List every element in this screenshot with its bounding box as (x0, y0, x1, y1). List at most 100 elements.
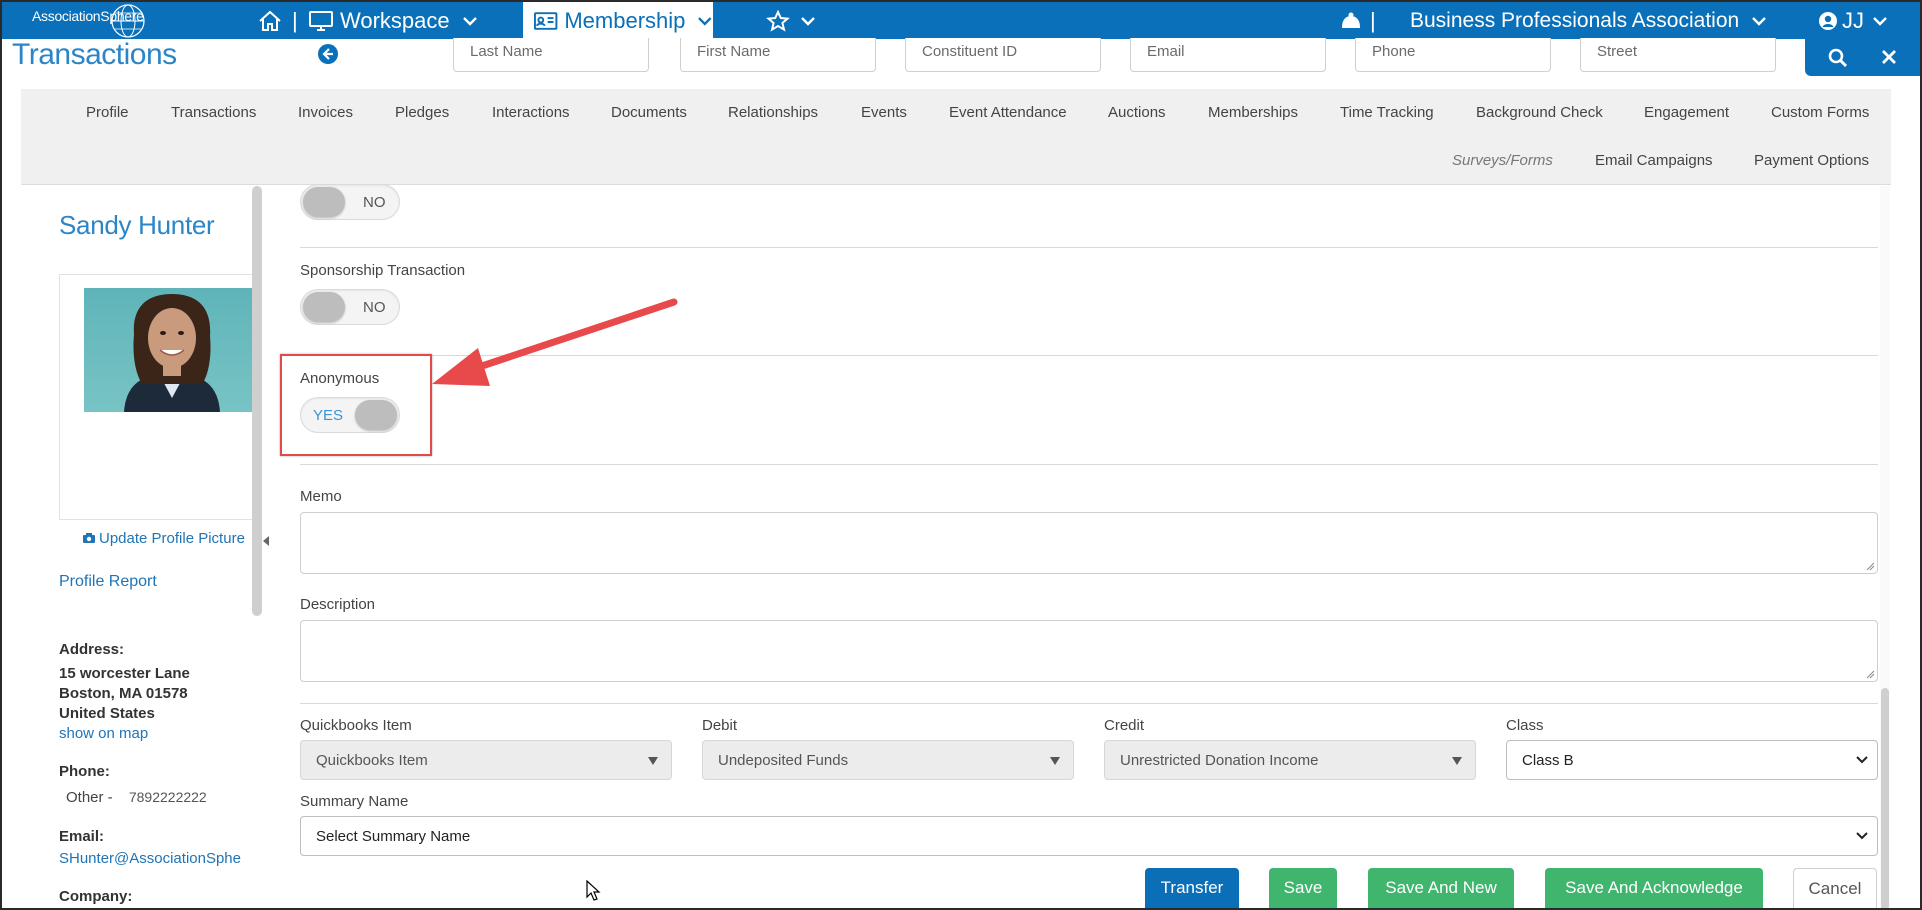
phone-type: Other - (66, 789, 113, 806)
address-line-3: United States (59, 705, 155, 722)
tab-relationships[interactable]: Relationships (728, 104, 818, 121)
divider (300, 703, 1878, 704)
address-label: Address: (59, 641, 125, 658)
constituent-name: Sandy Hunter (59, 210, 215, 240)
close-icon[interactable] (1879, 47, 1899, 67)
class-value: Class B (1522, 752, 1574, 769)
tab-background-check[interactable]: Background Check (1476, 104, 1603, 121)
tab-interactions[interactable]: Interactions (492, 104, 570, 121)
arrow-left-icon (322, 48, 333, 60)
quickbooks-item-label: Quickbooks Item (300, 717, 412, 734)
user-initials: JJ (1842, 7, 1864, 33)
transfer-button[interactable]: Transfer (1145, 868, 1239, 910)
credit-label: Credit (1104, 717, 1145, 734)
tab-profile[interactable]: Profile (86, 104, 129, 121)
credit-value: Unrestricted Donation Income (1120, 752, 1319, 769)
workspace-label: Workspace (340, 7, 450, 33)
monitor-icon (309, 10, 333, 31)
constituent-id-search-input[interactable]: Constituent ID (905, 38, 1101, 72)
main-scrollbar[interactable] (1881, 688, 1889, 910)
back-button[interactable] (318, 44, 338, 64)
sponsorship-transaction-toggle[interactable]: NO (300, 289, 400, 325)
tab-engagement[interactable]: Engagement (1644, 104, 1729, 121)
debit-value: Undeposited Funds (718, 752, 849, 769)
address-line-1: 15 worcester Lane (59, 665, 190, 682)
debit-label: Debit (702, 717, 738, 734)
membership-menu[interactable]: Membership (523, 2, 713, 39)
address-line-2: Boston, MA 01578 (59, 685, 188, 702)
home-button[interactable] (258, 2, 282, 39)
portrait-image (124, 294, 220, 412)
tab-surveys-forms[interactable]: Surveys/Forms (1452, 152, 1553, 169)
email-link[interactable]: SHunter@AssociationSphe (59, 850, 273, 867)
update-profile-picture-label: Update Profile Picture (99, 530, 245, 547)
organization-menu[interactable]: Business Professionals Association (1410, 2, 1767, 39)
credit-select[interactable]: Unrestricted Donation Income (1104, 740, 1476, 780)
email-search-input[interactable]: Email (1130, 38, 1326, 72)
tab-auctions[interactable]: Auctions (1108, 104, 1166, 121)
tab-email-campaigns[interactable]: Email Campaigns (1595, 152, 1713, 169)
phone-row: Other - 7892222222 (66, 789, 207, 806)
class-select[interactable]: Class B (1506, 740, 1878, 780)
chevron-down-icon (1856, 756, 1868, 764)
sidebar-scrollbar[interactable] (252, 186, 262, 616)
tab-pledges[interactable]: Pledges (395, 104, 449, 121)
tab-custom-forms[interactable]: Custom Forms (1771, 104, 1869, 121)
resize-grip-icon (1866, 562, 1875, 571)
globe-icon (111, 4, 145, 38)
summary-name-label: Summary Name (300, 793, 409, 810)
sponsorship-transaction-label: Sponsorship Transaction (300, 262, 466, 279)
tab-time-tracking[interactable]: Time Tracking (1340, 104, 1434, 121)
tab-invoices[interactable]: Invoices (298, 104, 353, 121)
profile-report-link[interactable]: Profile Report (59, 573, 157, 591)
tab-events[interactable]: Events (861, 104, 907, 121)
show-on-map-link[interactable]: show on map (59, 725, 148, 742)
profile-tabs: Profile Transactions Invoices Pledges In… (21, 89, 1891, 185)
app-logo[interactable]: AssociationSphere (32, 4, 145, 38)
divider (300, 464, 1878, 465)
workspace-menu[interactable]: Workspace (308, 2, 478, 39)
tab-payment-options[interactable]: Payment Options (1754, 152, 1869, 169)
save-and-new-button[interactable]: Save And New (1368, 868, 1514, 910)
user-menu[interactable]: JJ (1818, 2, 1888, 39)
chevron-down-icon (698, 16, 712, 26)
save-and-acknowledge-button[interactable]: Save And Acknowledge (1545, 868, 1763, 910)
toggle-state: NO (363, 194, 386, 211)
nav-separator: | (292, 8, 298, 33)
tab-memberships[interactable]: Memberships (1208, 104, 1298, 121)
update-profile-picture-link[interactable]: Update Profile Picture (82, 530, 245, 547)
street-search-input[interactable]: Street (1580, 38, 1776, 72)
search-icon[interactable] (1827, 47, 1849, 69)
favorites-menu[interactable] (766, 2, 816, 39)
first-name-search-input[interactable]: First Name (680, 38, 876, 72)
collapse-sidebar-icon[interactable] (263, 536, 269, 546)
camera-icon (83, 533, 95, 543)
chevron-down-icon (462, 16, 477, 26)
cancel-button[interactable]: Cancel (1793, 868, 1877, 910)
notifications-button[interactable] (1340, 2, 1362, 39)
org-name: Business Professionals Association (1410, 8, 1740, 32)
home-icon (259, 10, 281, 31)
profile-sidebar: Sandy Hunter Update Profile Picture Prof… (21, 186, 260, 910)
annotation-arrow-icon (432, 298, 678, 386)
tab-transactions[interactable]: Transactions (171, 104, 256, 121)
star-icon (766, 9, 790, 32)
tab-event-attendance[interactable]: Event Attendance (949, 104, 1067, 121)
quickbooks-item-select[interactable]: Quickbooks Item (300, 740, 672, 780)
memo-textarea[interactable] (300, 512, 1878, 574)
search-actions (1805, 38, 1922, 76)
chevron-down-icon (1873, 16, 1887, 26)
bell-icon (1341, 12, 1361, 28)
save-button[interactable]: Save (1269, 868, 1337, 910)
toggle-knob (303, 292, 345, 322)
tab-documents[interactable]: Documents (611, 104, 687, 121)
profile-photo (84, 288, 260, 412)
summary-name-select[interactable]: Select Summary Name (300, 816, 1878, 856)
description-textarea[interactable] (300, 620, 1878, 682)
debit-select[interactable]: Undeposited Funds (702, 740, 1074, 780)
phone-search-input[interactable]: Phone (1355, 38, 1551, 72)
toggle-switch[interactable]: NO (300, 184, 400, 220)
memo-label: Memo (300, 488, 342, 505)
phone-number: 7892222222 (128, 789, 207, 805)
last-name-search-input[interactable]: Last Name (453, 38, 649, 72)
